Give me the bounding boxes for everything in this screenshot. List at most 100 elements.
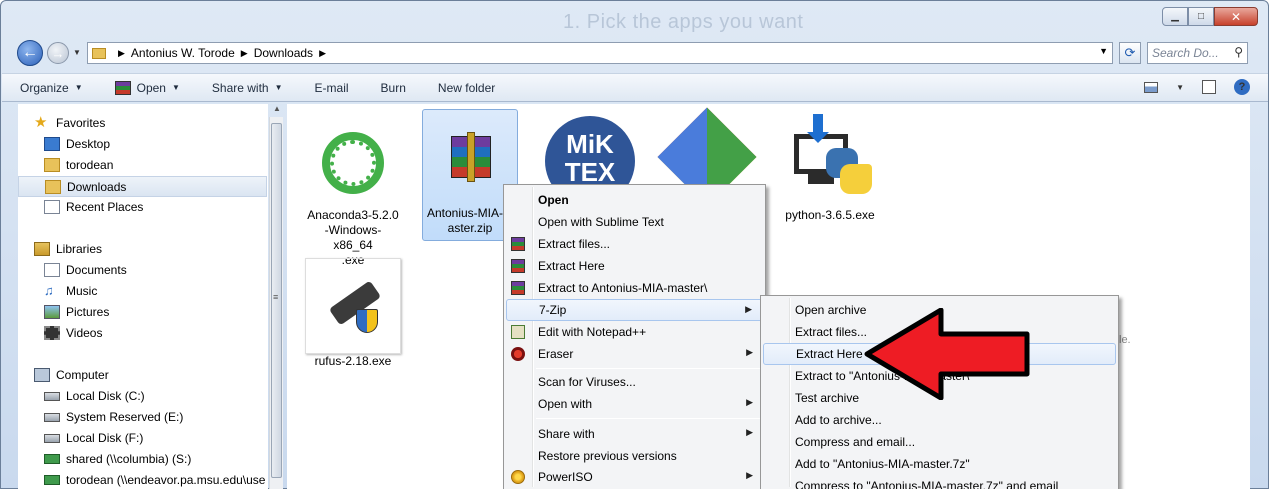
address-dropdown-icon[interactable]: ▼ <box>1099 46 1108 56</box>
breadcrumb-user[interactable]: Antonius W. Torode <box>131 46 235 60</box>
file-name-line: python-3.6.5.exe <box>785 208 875 222</box>
window-controls: ▁ □ ✕ <box>1162 7 1258 26</box>
burn-button[interactable]: Burn <box>381 81 406 95</box>
email-button[interactable]: E-mail <box>315 81 349 95</box>
sidebar-item-local-disk-f[interactable]: Local Disk (F:) <box>44 431 143 445</box>
help-icon[interactable]: ? <box>1234 79 1250 95</box>
back-button[interactable]: ← <box>17 40 43 66</box>
menu-label: Extract files... <box>538 237 611 251</box>
menu-item-poweriso[interactable]: PowerISO ▶ <box>506 466 763 488</box>
back-arrow-icon: ← <box>22 44 38 61</box>
sidebar-item-videos[interactable]: Videos <box>44 326 102 340</box>
chevron-right-icon[interactable]: ▶ <box>319 48 326 59</box>
search-icon[interactable]: ⚲ <box>1234 45 1243 59</box>
menu-item-winrar-extract-files[interactable]: Extract files... <box>506 233 763 255</box>
submenu-arrow-icon: ▶ <box>746 427 753 437</box>
submenu-arrow-icon: ▶ <box>746 470 753 480</box>
folder-icon <box>92 47 106 59</box>
menu-item-eraser[interactable]: Eraser ▶ <box>506 343 763 365</box>
sidebar-item-shared-s[interactable]: shared (\\columbia) (S:) <box>44 452 191 466</box>
menu-item-open-with-sublime[interactable]: Open with Sublime Text <box>506 211 763 233</box>
menu-item-open[interactable]: Open <box>506 189 763 211</box>
chevron-right-icon[interactable]: ▶ <box>241 48 248 59</box>
change-view-icon[interactable] <box>1144 81 1159 93</box>
sidebar-item-downloads[interactable]: Downloads <box>18 176 267 197</box>
chevron-right-icon[interactable]: ▶ <box>118 48 125 59</box>
open-button[interactable]: Open ▼ <box>114 80 180 95</box>
sidebar-item-label: Music <box>66 284 98 298</box>
sidebar-item-recent-places[interactable]: Recent Places <box>44 200 143 214</box>
address-bar[interactable]: ▶ Antonius W. Torode ▶ Downloads ▶ ▼ <box>87 42 1113 64</box>
sidebar-item-label: Documents <box>66 263 127 277</box>
sidebar-item-label: Desktop <box>66 137 111 151</box>
sidebar-item-system-reserved-e[interactable]: System Reserved (E:) <box>44 410 183 424</box>
search-placeholder: Search Do... <box>1152 46 1219 60</box>
menu-label: Compress and email... <box>795 435 916 449</box>
hard-disk-icon <box>44 433 60 443</box>
favorites-header[interactable]: ★ Favorites <box>34 115 105 130</box>
sidebar-item-desktop[interactable]: Desktop <box>44 137 110 151</box>
new-folder-label: New folder <box>437 80 496 95</box>
menu-label: Open with <box>538 397 593 411</box>
minimize-button[interactable]: ▁ <box>1162 7 1188 26</box>
menu-item-share-with[interactable]: Share with ▶ <box>506 423 763 445</box>
email-label: E-mail <box>314 80 349 95</box>
new-folder-button[interactable]: New folder <box>438 81 495 95</box>
computer-label: Computer <box>56 368 109 382</box>
close-button[interactable]: ✕ <box>1214 7 1258 26</box>
nav-pane-scrollbar[interactable]: ▲ ≡ <box>269 104 283 489</box>
computer-header[interactable]: Computer <box>34 368 109 382</box>
search-input[interactable]: Search Do... ⚲ <box>1147 42 1248 64</box>
chevron-down-icon[interactable]: ▼ <box>1176 83 1184 92</box>
recent-places-icon <box>44 200 60 214</box>
file-name-line: Anaconda3-5.2.0 <box>307 208 399 222</box>
submenu-item-add-to-7z[interactable]: Add to "Antonius-MIA-master.7z" <box>763 453 1116 475</box>
menu-item-7zip[interactable]: 7-Zip ▶ <box>506 299 763 321</box>
maximize-button[interactable]: □ <box>1188 7 1214 26</box>
sidebar-item-label: Local Disk (C:) <box>66 389 145 403</box>
splitter-grip-icon[interactable]: ≡ <box>273 292 278 302</box>
sidebar-item-torodean-network[interactable]: torodean (\\endeavor.pa.msu.edu\use <box>44 473 265 487</box>
history-dropdown-icon[interactable]: ▼ <box>73 48 81 57</box>
submenu-arrow-icon: ▶ <box>745 304 752 314</box>
menu-label: Edit with Notepad++ <box>538 325 647 339</box>
command-bar: Organize ▼ Open ▼ Share with ▼ E-mail Burn … <box>2 73 1268 102</box>
refresh-button[interactable]: ⟳ <box>1119 42 1141 64</box>
sidebar-item-documents[interactable]: Documents <box>44 263 127 277</box>
python-installer-icon <box>782 112 878 208</box>
file-item-python[interactable]: python-3.6.5.exe <box>775 112 885 223</box>
sidebar-item-pictures[interactable]: Pictures <box>44 305 109 319</box>
submenu-item-add-to-archive[interactable]: Add to archive... <box>763 409 1116 431</box>
menu-label: Extract to Antonius-MIA-master\ <box>538 281 708 295</box>
menu-item-notepadpp[interactable]: Edit with Notepad++ <box>506 321 763 343</box>
menu-item-winrar-extract-to[interactable]: Extract to Antonius-MIA-master\ <box>506 277 763 299</box>
menu-item-winrar-extract-here[interactable]: Extract Here <box>506 255 763 277</box>
forward-button[interactable]: → <box>47 42 69 64</box>
organize-label: Organize <box>20 80 69 95</box>
anaconda-icon <box>305 112 401 208</box>
share-with-button[interactable]: Share with ▼ <box>212 81 283 95</box>
organize-button[interactable]: Organize ▼ <box>20 81 83 95</box>
menu-label: Extract Here <box>796 347 863 361</box>
file-item-rufus[interactable]: rufus-2.18.exe <box>305 258 401 369</box>
libraries-header[interactable]: Libraries <box>34 242 102 256</box>
breadcrumb-downloads[interactable]: Downloads <box>254 46 313 60</box>
menu-item-scan-viruses[interactable]: Scan for Viruses... <box>506 371 763 393</box>
share-with-label: Share with <box>211 80 269 95</box>
menu-label: 7-Zip <box>539 303 567 317</box>
background-ghost-title: 1. Pick the apps you want <box>563 11 804 33</box>
libraries-label: Libraries <box>56 242 103 256</box>
sidebar-item-music[interactable]: ♫ Music <box>44 284 98 299</box>
menu-label: Add to "Antonius-MIA-master.7z" <box>795 457 970 471</box>
submenu-item-compress-7z-email[interactable]: Compress to "Antonius-MIA-master.7z" and… <box>763 475 1116 489</box>
pictures-icon <box>44 305 60 319</box>
menu-item-restore-versions[interactable]: Restore previous versions <box>506 445 763 467</box>
preview-pane-icon[interactable] <box>1202 80 1216 94</box>
sidebar-item-local-disk-c[interactable]: Local Disk (C:) <box>44 389 145 403</box>
sidebar-item-torodean[interactable]: torodean <box>44 158 113 172</box>
submenu-item-compress-email[interactable]: Compress and email... <box>763 431 1116 453</box>
file-item-anaconda[interactable]: Anaconda3-5.2.0 -Windows-x86_64 .exe <box>305 112 401 268</box>
scroll-up-icon[interactable]: ▲ <box>273 104 281 113</box>
menu-item-open-with[interactable]: Open with ▶ <box>506 393 763 415</box>
refresh-icon: ⟳ <box>1124 45 1136 60</box>
